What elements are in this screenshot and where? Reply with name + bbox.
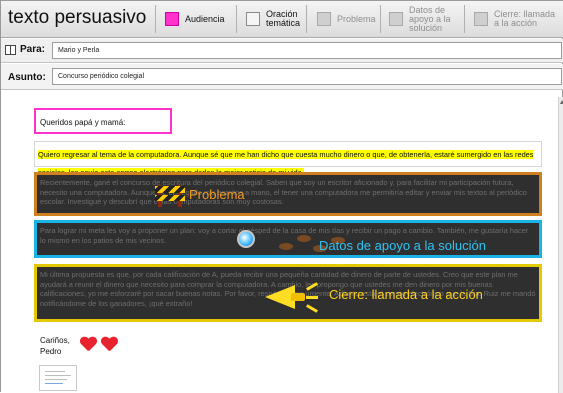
greeting: Queridos papá y mamá: bbox=[34, 108, 172, 134]
toggle-audiencia[interactable]: Audiencia bbox=[165, 5, 225, 33]
toggle-cierre[interactable]: Cierre: llamada a la acción bbox=[474, 5, 560, 33]
toggle-problema[interactable]: Problema bbox=[317, 5, 376, 33]
toolbar-divider bbox=[306, 5, 307, 33]
toggle-datos-apoyo[interactable]: Datos de apoyo a la solución bbox=[389, 5, 457, 33]
toolbar-divider bbox=[236, 5, 237, 33]
app-window: texto persuasivo Audiencia Oración temát… bbox=[0, 0, 563, 393]
closing-label: Cierre: llamada a la acción bbox=[329, 287, 483, 302]
signoff-block: Cariños, Pedro bbox=[40, 335, 70, 357]
email-body[interactable]: Queridos papá y mamá: Quiero regresar al… bbox=[1, 97, 563, 393]
subject-label: Asunto: bbox=[8, 72, 46, 83]
barrier-icon bbox=[155, 183, 185, 207]
closing-block: Mi última propuesta es que, por cada cal… bbox=[34, 264, 542, 322]
toggle-cierre-label: Cierre: llamada a la acción bbox=[494, 9, 556, 28]
book-icon[interactable] bbox=[5, 45, 16, 55]
toolbar-divider bbox=[155, 5, 156, 33]
toggle-datos-apoyo-label: Datos de apoyo a la solución bbox=[409, 4, 451, 33]
topic-sentence-block: Quiero regresar al tema de la computador… bbox=[34, 141, 542, 177]
problem-block: Recientemente, gané el concurso de escri… bbox=[34, 172, 542, 216]
support-block: Para lograr mi meta les voy a proponer u… bbox=[34, 220, 542, 258]
toolbar: texto persuasivo Audiencia Oración temát… bbox=[1, 1, 563, 38]
toggle-problema-label: Problema bbox=[337, 13, 376, 24]
oracion-tematica-checkbox[interactable] bbox=[246, 12, 260, 26]
toolbar-divider bbox=[464, 5, 465, 33]
magnifier-icon bbox=[237, 230, 255, 248]
toolbar-divider bbox=[380, 5, 381, 33]
problem-label: Problema bbox=[189, 187, 245, 202]
to-label: Para: bbox=[20, 44, 46, 55]
heart-icon bbox=[80, 337, 96, 351]
datos-apoyo-checkbox[interactable] bbox=[389, 12, 403, 26]
problema-checkbox[interactable] bbox=[317, 12, 331, 26]
audiencia-checkbox[interactable] bbox=[165, 12, 179, 26]
toggle-audiencia-label: Audiencia bbox=[185, 13, 225, 24]
subject-row: Asunto: Concurso periódico colegial bbox=[1, 64, 563, 90]
cierre-checkbox[interactable] bbox=[474, 12, 488, 26]
signature: Pedro bbox=[40, 347, 62, 356]
problem-text: Recientemente, gané el concurso de escri… bbox=[40, 178, 527, 206]
to-row: Para: Mario y Perla bbox=[1, 39, 563, 63]
attachment-thumbnail[interactable] bbox=[39, 365, 77, 391]
heart-icon bbox=[101, 337, 117, 351]
subject-field[interactable]: Concurso periódico colegial bbox=[52, 68, 562, 85]
toggle-oracion-tematica[interactable]: Oración temática bbox=[246, 5, 310, 33]
megaphone-icon bbox=[265, 281, 318, 313]
to-field[interactable]: Mario y Perla bbox=[52, 42, 562, 59]
vertical-scrollbar[interactable] bbox=[558, 97, 563, 393]
signoff: Cariños, bbox=[40, 336, 70, 345]
support-label: Datos de apoyo a la solución bbox=[319, 238, 486, 253]
toggle-oracion-tematica-label: Oración temática bbox=[266, 9, 301, 28]
app-title: texto persuasivo bbox=[8, 7, 147, 28]
